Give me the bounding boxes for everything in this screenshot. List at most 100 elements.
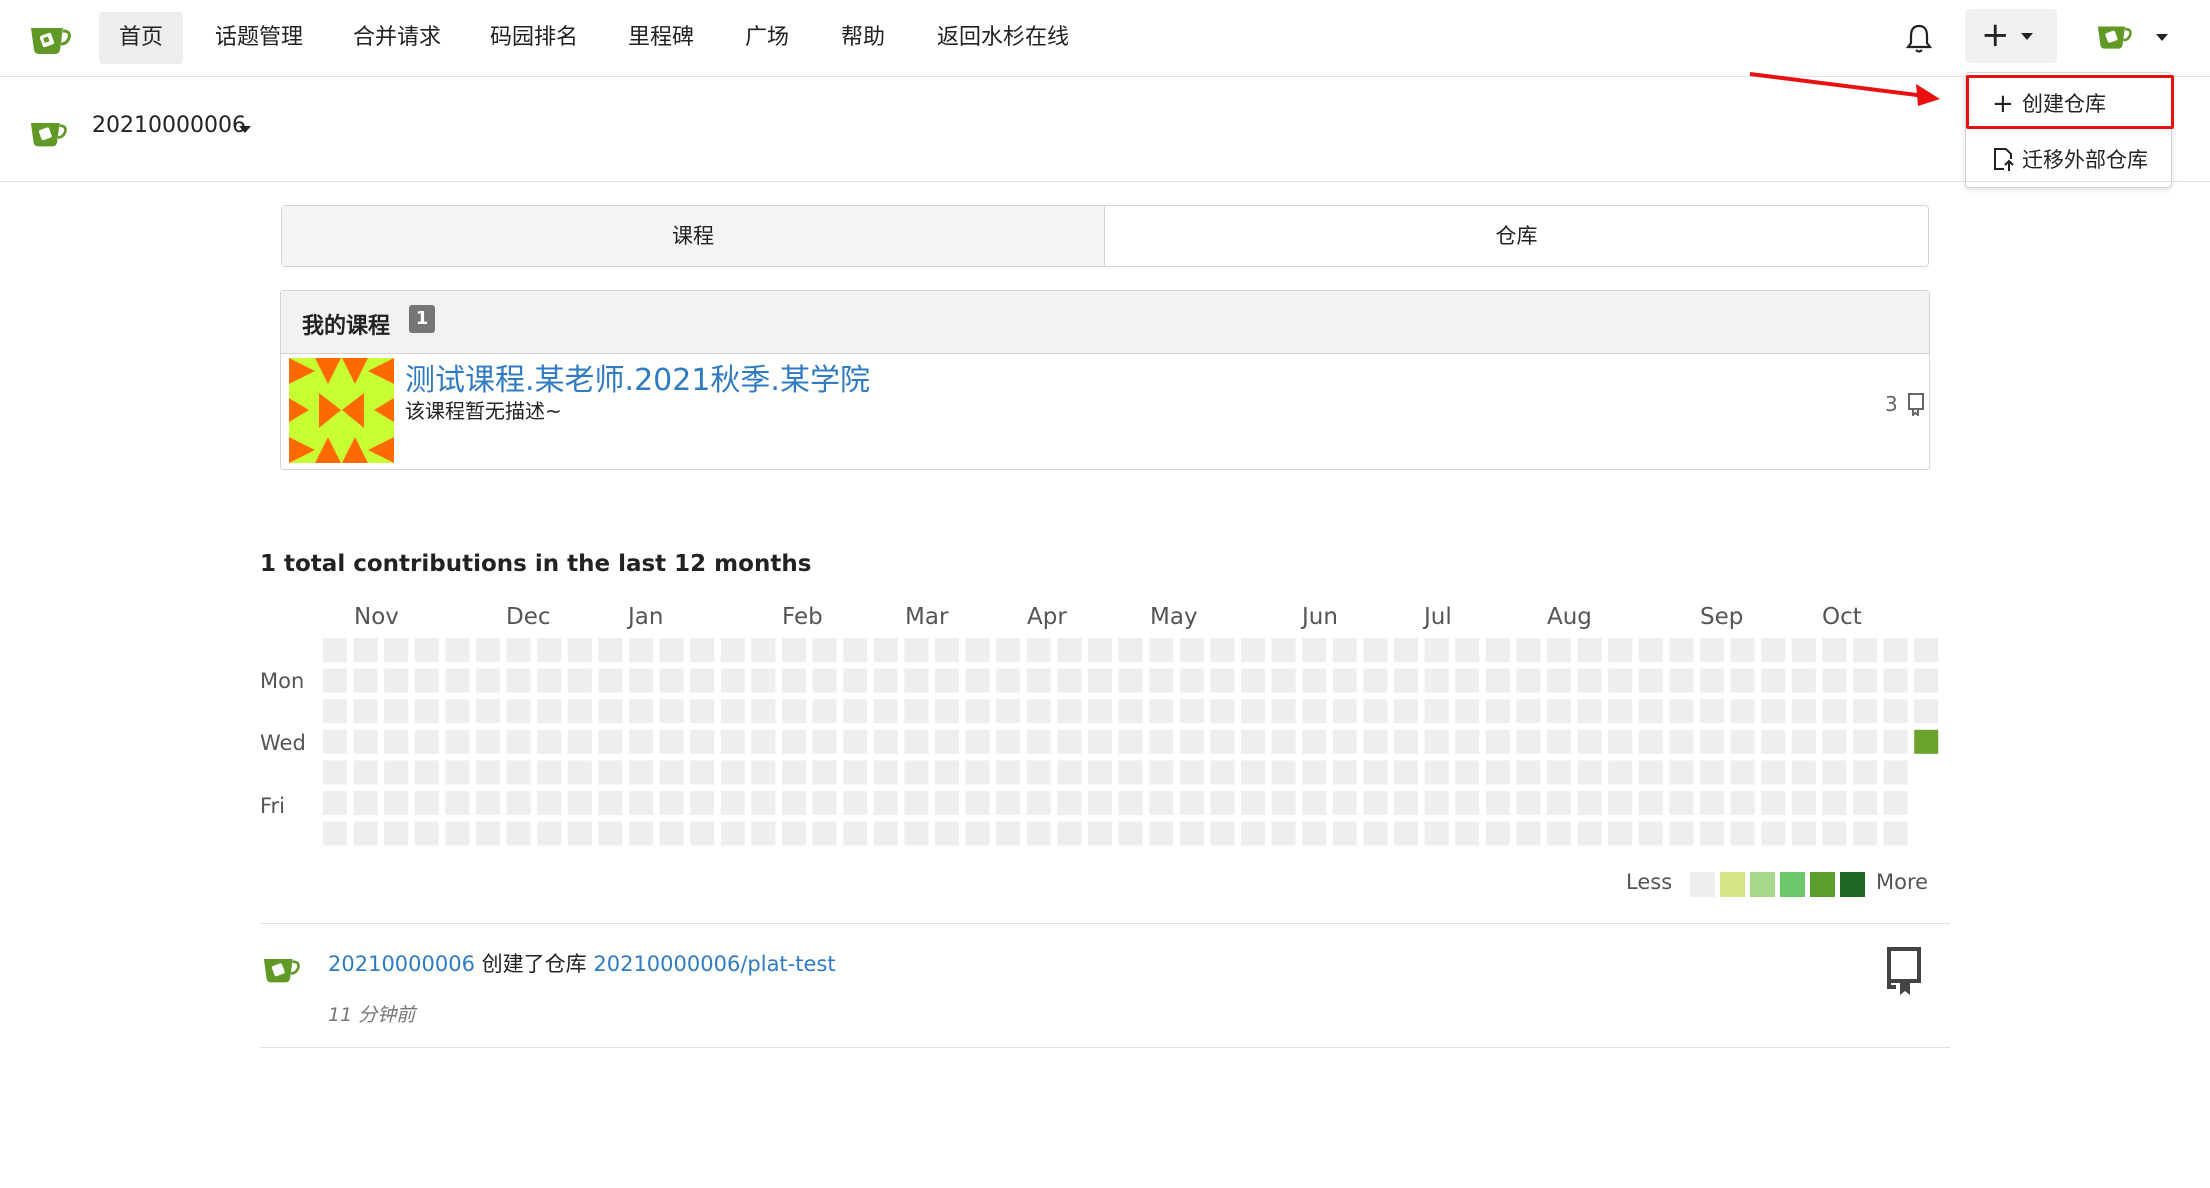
heatmap-cell	[1332, 760, 1357, 785]
month-label: Jun	[1302, 604, 1338, 630]
heatmap-cell	[1791, 821, 1816, 846]
heatmap-cell	[1241, 638, 1265, 662]
feed-user-link[interactable]: 20210000006	[328, 952, 475, 976]
heatmap-cell	[1577, 729, 1602, 754]
tab-course[interactable]: 课程	[282, 206, 1105, 266]
nav-back-home[interactable]: 返回水杉在线	[917, 12, 1089, 64]
heatmap-cell	[445, 791, 470, 815]
heatmap-cell	[1363, 760, 1388, 785]
month-label: Mar	[905, 604, 949, 630]
my-courses-title: 我的课程	[302, 314, 391, 339]
heatmap-cell	[1394, 699, 1418, 724]
heatmap-cell	[1669, 668, 1694, 693]
heatmap-cell	[1853, 668, 1877, 693]
heatmap-cell	[1363, 668, 1388, 693]
heatmap-cell	[1761, 760, 1786, 785]
nav-milestones[interactable]: 里程碑	[608, 12, 714, 64]
nav-ranking[interactable]: 码园排名	[470, 12, 598, 64]
heatmap-cell	[782, 638, 806, 662]
heatmap-cell	[1271, 638, 1296, 662]
heatmap-cell	[751, 729, 776, 754]
heatmap-cell	[537, 668, 562, 693]
heatmap-cell	[1179, 791, 1204, 815]
heatmap-cell	[1914, 668, 1939, 693]
divider	[260, 923, 1950, 924]
heatmap-cell	[1394, 668, 1418, 693]
heatmap-cell	[1332, 791, 1357, 815]
heatmap-cell	[598, 760, 623, 785]
heatmap-cell	[1638, 699, 1663, 724]
heatmap-cell	[1638, 791, 1663, 815]
heatmap-cell	[996, 760, 1021, 785]
feed-repo-link[interactable]: 20210000006/plat-test	[593, 952, 835, 976]
feed-timestamp: 11 分钟前	[328, 1004, 416, 1026]
nav-home[interactable]: 首页	[99, 12, 184, 64]
heatmap-cell	[1883, 729, 1908, 754]
heatmap-cell	[414, 729, 439, 754]
feed-item-text: 20210000006 创建了仓库 20210000006/plat-test	[328, 948, 836, 978]
heatmap-cell	[1057, 729, 1082, 754]
heatmap-cell	[1026, 638, 1051, 662]
tab-repo[interactable]: 仓库	[1105, 206, 1928, 266]
course-name-link[interactable]: 测试课程.某老师.2021秋季.某学院	[405, 355, 870, 399]
heatmap-cell	[782, 668, 806, 693]
heatmap-cell	[751, 638, 776, 662]
feed-avatar-icon[interactable]	[260, 950, 302, 986]
heatmap-cell	[1516, 729, 1541, 754]
heatmap-cell	[1547, 760, 1571, 785]
heatmap-cell	[1669, 821, 1694, 846]
create-menu-button[interactable]: +	[1965, 9, 2057, 63]
heatmap-cell	[1332, 638, 1357, 662]
heatmap-cell	[1394, 791, 1418, 815]
course-identicon[interactable]	[289, 358, 394, 463]
heatmap-cell	[1730, 638, 1755, 662]
heatmap-cell	[1547, 668, 1571, 693]
contribution-heatmap	[323, 638, 1939, 846]
bell-icon[interactable]	[1901, 20, 1937, 56]
gitea-logo-icon[interactable]	[27, 18, 73, 58]
heatmap-cell	[904, 821, 929, 846]
heatmap-cell	[506, 668, 531, 693]
heatmap-cell	[476, 821, 500, 846]
day-label: Mon	[260, 669, 305, 693]
heatmap-cell	[812, 699, 837, 724]
heatmap-cell	[1302, 638, 1327, 662]
month-label: May	[1150, 604, 1198, 630]
heatmap-cell	[1179, 760, 1204, 785]
heatmap-cell	[1118, 699, 1143, 724]
heatmap-cell	[1577, 760, 1602, 785]
heatmap-cell	[1088, 638, 1112, 662]
heatmap-cell	[414, 760, 439, 785]
heatmap-cell	[1485, 668, 1510, 693]
heatmap-cell	[1822, 760, 1847, 785]
heatmap-cell	[965, 668, 990, 693]
avatar-icon	[2097, 26, 2132, 49]
user-menu[interactable]	[2090, 14, 2170, 62]
heatmap-cell	[996, 699, 1021, 724]
context-switcher[interactable]: 20210000006	[92, 106, 262, 150]
heatmap-cell	[445, 668, 470, 693]
nav-help[interactable]: 帮助	[821, 12, 905, 64]
heatmap-cell	[782, 760, 806, 785]
heatmap-cell	[1547, 699, 1571, 724]
heatmap-cell	[720, 821, 745, 846]
heatmap-cell	[323, 668, 347, 693]
heatmap-cell	[629, 729, 653, 754]
heatmap-cell	[1516, 791, 1541, 815]
heatmap-cell	[323, 638, 347, 662]
heatmap-cell	[1363, 791, 1388, 815]
heatmap-cell	[384, 638, 409, 662]
heatmap-cell	[1669, 791, 1694, 815]
heatmap-cell	[1455, 821, 1480, 846]
nav-pull-requests[interactable]: 合并请求	[333, 12, 461, 64]
nav-square[interactable]: 广场	[725, 12, 809, 64]
nav-topics[interactable]: 话题管理	[195, 12, 323, 64]
heatmap-cell	[1026, 791, 1051, 815]
heatmap-cell	[1332, 821, 1357, 846]
heatmap-cell	[414, 699, 439, 724]
heatmap-cell	[1608, 668, 1633, 693]
heatmap-cell	[904, 791, 929, 815]
heatmap-cell	[904, 699, 929, 724]
heatmap-cell	[1455, 668, 1480, 693]
heatmap-cell	[904, 729, 929, 754]
